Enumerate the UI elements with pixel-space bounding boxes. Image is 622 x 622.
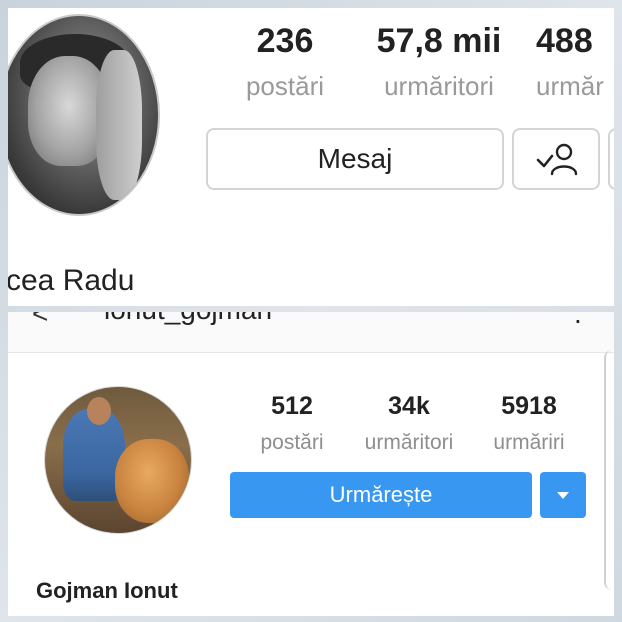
message-button-label: Mesaj <box>317 143 393 174</box>
follow-button-label: Urmărește <box>329 482 433 507</box>
caret-down-icon <box>557 491 569 499</box>
avatar-lion <box>115 439 189 523</box>
suggestions-dropdown-button[interactable] <box>540 472 586 518</box>
following-stat[interactable]: 488 urmăr <box>536 22 614 102</box>
person-check-icon <box>536 143 578 176</box>
posts-label: postări <box>245 71 325 101</box>
profile-handle: ionut_gojman <box>104 312 272 326</box>
avatar-head <box>87 397 111 425</box>
follow-button[interactable]: Urmărește <box>230 472 532 518</box>
profile-avatar[interactable] <box>8 14 160 216</box>
more-options-button[interactable] <box>608 128 614 190</box>
followers-label: urmăritori <box>384 71 494 101</box>
posts-stat[interactable]: 236 postări <box>244 22 326 102</box>
followers-count: 57,8 mii <box>376 22 502 60</box>
app-bar: < ionut_gojman . <box>8 312 614 353</box>
profile-name: Gojman Ionut <box>36 578 178 603</box>
following-toggle-button[interactable] <box>512 128 600 190</box>
followers-label: urmăritori <box>364 431 454 454</box>
profile-avatar[interactable] <box>44 386 192 534</box>
followers-stat[interactable]: 57,8 mii urmăritori <box>366 22 512 102</box>
top-profile-panel: 236 postări 57,8 mii urmăritori 488 urmă… <box>8 8 614 306</box>
posts-label: postări <box>260 431 324 454</box>
back-arrow-icon[interactable]: < <box>32 312 48 330</box>
following-stat[interactable]: 5918 urmăriri <box>482 392 576 455</box>
following-count: 488 <box>536 22 593 60</box>
avatar-arm <box>96 50 142 200</box>
collage-frame: 236 postări 57,8 mii urmăritori 488 urmă… <box>0 0 622 622</box>
bottom-profile-panel: < ionut_gojman . 512 postări 34k urmărit… <box>8 312 614 616</box>
message-button[interactable]: Mesaj <box>206 128 504 190</box>
posts-count: 236 <box>256 22 314 60</box>
posts-count: 512 <box>271 392 313 420</box>
profile-name: cea Radu <box>8 264 135 297</box>
followers-stat[interactable]: 34k urmăritori <box>352 392 466 455</box>
following-label: urmăr <box>536 71 604 101</box>
scrollbar[interactable] <box>604 350 614 590</box>
posts-stat[interactable]: 512 postări <box>252 392 332 455</box>
overflow-menu-icon[interactable]: . <box>574 312 582 330</box>
following-count: 5918 <box>501 392 557 420</box>
following-label: urmăriri <box>493 431 565 454</box>
followers-count: 34k <box>388 392 430 420</box>
